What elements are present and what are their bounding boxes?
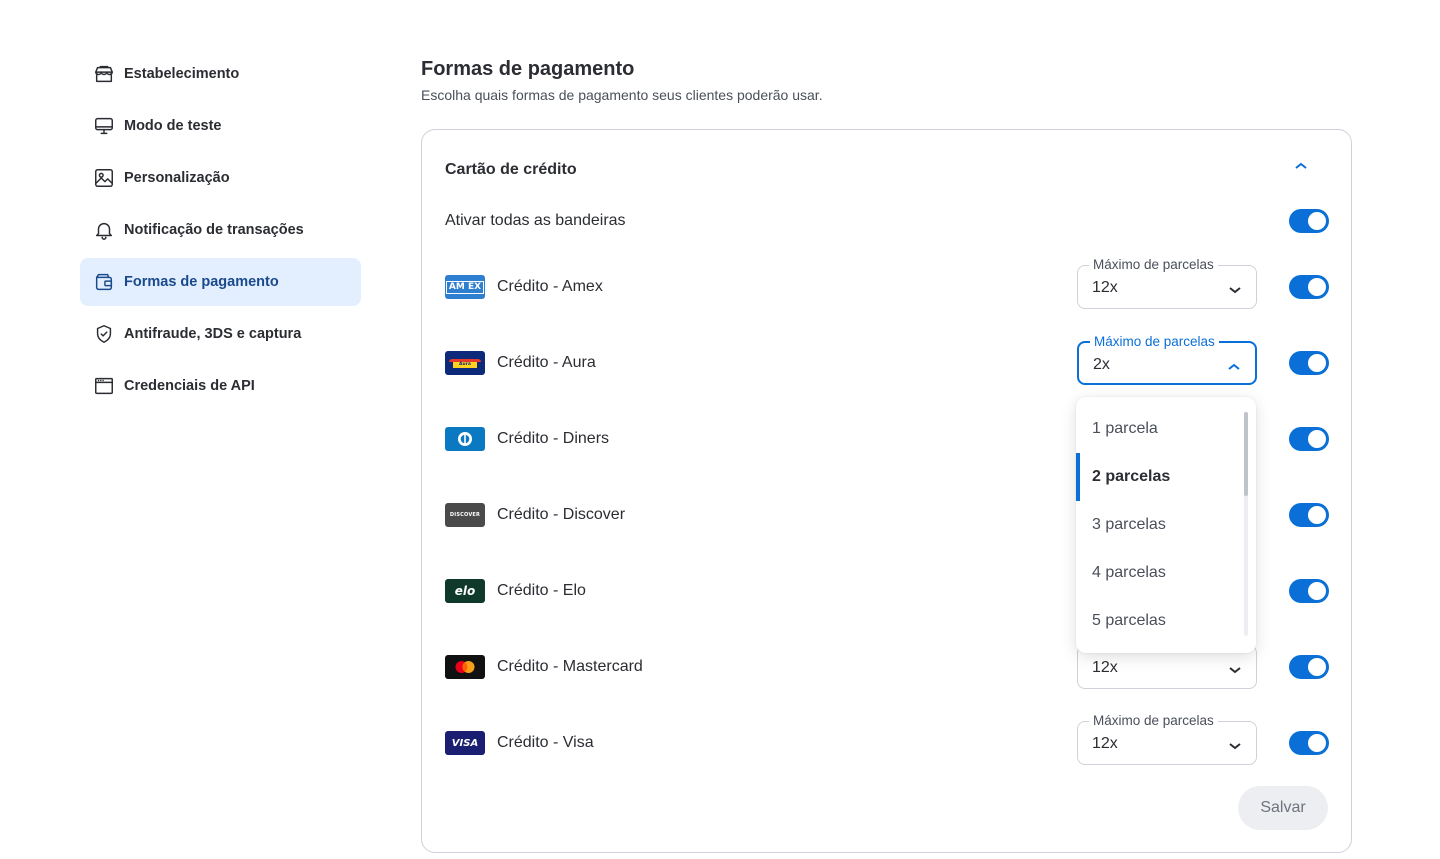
sidebar-item-credenciais-api[interactable]: Credenciais de API (80, 362, 361, 410)
sidebar-item-label: Estabelecimento (124, 66, 240, 82)
bell-icon (92, 218, 116, 242)
wallet-icon (92, 270, 116, 294)
sidebar-item-label: Credenciais de API (124, 378, 255, 394)
sidebar-item-label: Personalização (124, 170, 230, 186)
sidebar-item-modo-de-teste[interactable]: Modo de teste (80, 102, 361, 150)
toggle-visa[interactable] (1289, 731, 1329, 755)
toggle-elo[interactable] (1289, 579, 1329, 603)
collapse-button[interactable] (1288, 156, 1314, 176)
chevron-up-icon (1227, 359, 1241, 370)
select-value: 12x (1092, 279, 1118, 296)
select-value: 2x (1093, 356, 1110, 373)
image-icon (92, 166, 116, 190)
sidebar-item-label: Notificação de transações (124, 222, 304, 238)
visa-logo: VISA (445, 731, 485, 755)
brand-label: Crédito - Aura (497, 354, 596, 371)
sidebar-item-antifraude[interactable]: Antifraude, 3DS e captura (80, 310, 361, 358)
brand-label: Crédito - Diners (497, 430, 610, 447)
discover-logo: DISCOVER (445, 503, 485, 527)
sidebar-item-estabelecimento[interactable]: Estabelecimento (80, 50, 361, 98)
amex-logo: AM EX (445, 275, 485, 299)
sidebar-item-personalizacao[interactable]: Personalização (80, 154, 361, 202)
sidebar-item-label: Modo de teste (124, 118, 222, 134)
chevron-down-icon (1228, 662, 1242, 674)
dropdown-option[interactable]: 3 parcelas (1076, 501, 1244, 549)
monitor-icon (92, 114, 116, 138)
installments-select-amex[interactable]: Máximo de parcelas 12x (1077, 257, 1257, 309)
toggle-all-label: Ativar todas as bandeiras (445, 212, 626, 229)
page-subtitle: Escolha quais formas de pagamento seus c… (421, 87, 823, 103)
toggle-all-switch[interactable] (1289, 209, 1329, 233)
sidebar: Estabelecimento Modo de teste Personaliz… (80, 50, 361, 414)
browser-window-icon (92, 374, 116, 398)
card-title: Cartão de crédito (445, 161, 577, 178)
installments-select-visa[interactable]: Máximo de parcelas 12x (1077, 713, 1257, 765)
installments-select-aura[interactable]: Máximo de parcelas 2x (1077, 334, 1257, 385)
chevron-down-icon (1228, 738, 1242, 750)
installments-dropdown: 1 parcela 2 parcelas 3 parcelas 4 parcel… (1076, 397, 1256, 653)
sidebar-item-label: Antifraude, 3DS e captura (124, 326, 302, 342)
page-title: Formas de pagamento (421, 58, 635, 80)
elo-logo: elo (445, 579, 485, 603)
brand-label: Crédito - Mastercard (497, 658, 643, 675)
brand-row-amex: AM EX Crédito - Amex Máximo de parcelas … (445, 257, 1329, 309)
select-label: Máximo de parcelas (1089, 713, 1218, 729)
toggle-amex[interactable] (1289, 275, 1329, 299)
dropdown-option-selected[interactable]: 2 parcelas (1076, 453, 1244, 501)
store-icon (92, 62, 116, 86)
shield-check-icon (92, 322, 116, 346)
toggle-mastercard[interactable] (1289, 655, 1329, 679)
toggle-diners[interactable] (1289, 427, 1329, 451)
chevron-down-icon (1228, 282, 1242, 294)
brand-row-visa: VISA Crédito - Visa Máximo de parcelas 1… (445, 713, 1329, 765)
brand-label: Crédito - Visa (497, 734, 594, 751)
dropdown-option[interactable]: 5 parcelas (1076, 597, 1244, 645)
select-label: Máximo de parcelas (1089, 257, 1218, 273)
chevron-up-icon (1295, 162, 1307, 169)
toggle-all-row: Ativar todas as bandeiras (445, 199, 1329, 243)
diners-logo (445, 427, 485, 451)
select-value: 12x (1092, 659, 1118, 676)
select-value: 12x (1092, 735, 1118, 752)
dropdown-option[interactable]: 1 parcela (1076, 405, 1244, 453)
dropdown-scrollbar-thumb[interactable] (1244, 412, 1248, 496)
sidebar-item-formas-de-pagamento[interactable]: Formas de pagamento (80, 258, 361, 306)
sidebar-item-label: Formas de pagamento (124, 274, 279, 290)
brand-label: Crédito - Elo (497, 582, 586, 599)
toggle-aura[interactable] (1289, 351, 1329, 375)
select-label: Máximo de parcelas (1090, 334, 1219, 350)
brand-label: Crédito - Discover (497, 506, 626, 523)
dropdown-option[interactable]: 4 parcelas (1076, 549, 1244, 597)
brand-label: Crédito - Amex (497, 278, 603, 295)
mastercard-logo (445, 655, 485, 679)
brand-row-aura: Aura Crédito - Aura Máximo de parcelas 2… (445, 334, 1329, 385)
sidebar-item-notificacao[interactable]: Notificação de transações (80, 206, 361, 254)
toggle-discover[interactable] (1289, 503, 1329, 527)
save-button[interactable]: Salvar (1238, 786, 1328, 830)
aura-logo: Aura (445, 351, 485, 375)
